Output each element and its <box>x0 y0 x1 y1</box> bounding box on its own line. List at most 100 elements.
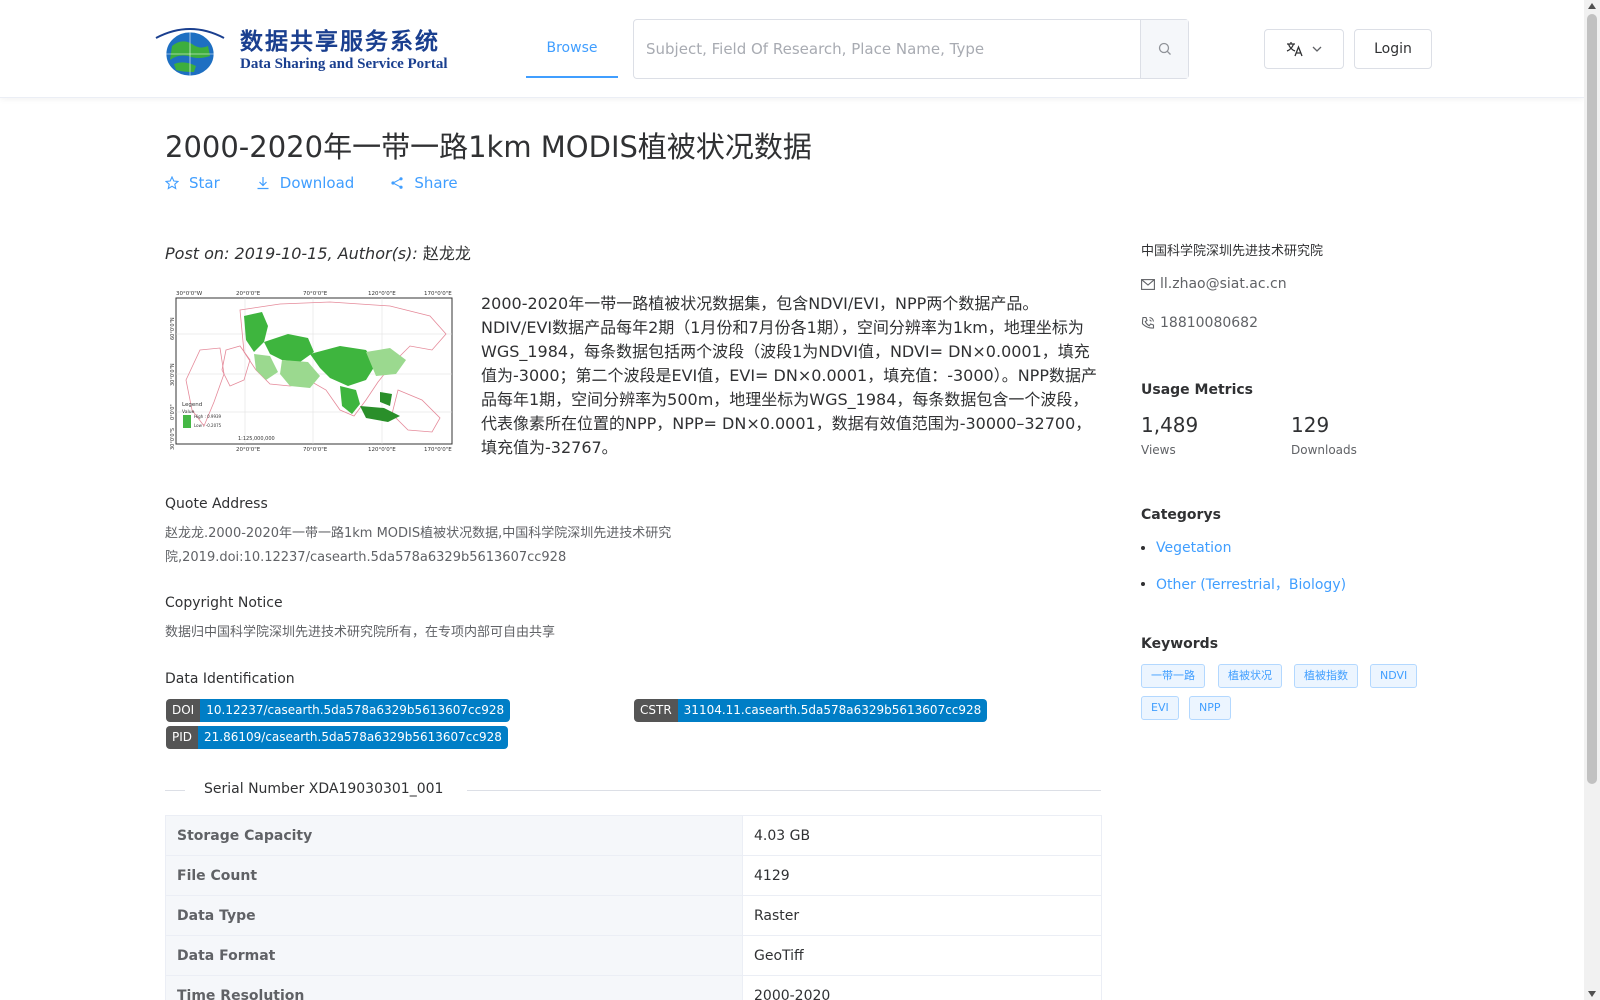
star-button[interactable]: Star <box>165 174 220 192</box>
scroll-down-arrow-icon[interactable] <box>1588 991 1596 997</box>
quote-address-text: 赵龙龙.2000-2020年一带一路1km MODIS植被状况数据,中国科学院深… <box>165 522 671 570</box>
table-row: Data Type Raster <box>165 895 1102 936</box>
keyword-tag[interactable]: 一带一路 <box>1141 664 1205 688</box>
downloads-label: Downloads <box>1291 443 1357 457</box>
category-link[interactable]: Other (Terrestrial，Biology) <box>1156 574 1346 594</box>
cstr-badge[interactable]: CSTR 31104.11.casearth.5da578a6329b56136… <box>634 699 988 722</box>
spec-value: 2000-2020 <box>742 975 1102 1000</box>
bullet-dot-icon <box>1141 546 1145 550</box>
chevron-down-icon <box>1312 46 1322 52</box>
serial-number: Serial Number XDA19030301_001 <box>204 781 444 797</box>
quote-address-label: Quote Address <box>165 496 268 512</box>
page-scrollbar[interactable] <box>1584 0 1600 1000</box>
download-button[interactable]: Download <box>256 174 355 192</box>
map-legend-value: Value <box>182 409 195 415</box>
dataset-title: 2000-2020年一带一路1km MODIS植被状况数据 <box>165 130 812 164</box>
map-lon-label: 170°0'0"E <box>424 291 452 297</box>
dataset-description: 2000-2020年一带一路植被状况数据集，包含NDVI/EVI，NPP两个数据… <box>481 294 1097 457</box>
logo-title-cn: 数据共享服务系统 <box>240 28 440 55</box>
copyright-text: 数据归中国科学院深圳先进技术研究院所有，在专项内部可自由共享 <box>165 625 556 640</box>
phone-text: 18810080682 <box>1160 315 1258 331</box>
contact-phone: 18810080682 <box>1141 315 1258 331</box>
spec-key: Storage Capacity <box>165 815 743 856</box>
spec-key: File Count <box>165 855 743 896</box>
doi-badge-key: DOI <box>166 699 201 722</box>
table-row: Storage Capacity 4.03 GB <box>165 815 1102 856</box>
institution-name: 中国科学院深圳先进技术研究院 <box>1141 244 1324 259</box>
share-icon <box>391 177 403 189</box>
table-row: Time Resolution 2000-2020 <box>165 975 1102 1000</box>
download-icon <box>257 177 269 190</box>
spec-key: Time Resolution <box>165 975 743 1000</box>
map-scale: 1:125,000,000 <box>238 436 275 442</box>
spec-key: Data Type <box>165 895 743 936</box>
category-item[interactable]: Vegetation <box>1141 540 1232 556</box>
pid-badge[interactable]: PID 21.86109/casearth.5da578a6329b561360… <box>166 726 508 749</box>
spec-value: 4.03 GB <box>742 815 1102 856</box>
downloads-count: 129 <box>1291 413 1330 437</box>
keyword-tag[interactable]: 植被指数 <box>1294 664 1358 688</box>
map-lon-label: 70°0'0"E <box>303 291 328 297</box>
bullet-dot-icon <box>1141 582 1145 586</box>
phone-icon <box>1141 316 1155 329</box>
scroll-up-arrow-icon[interactable] <box>1588 3 1596 9</box>
views-count: 1,489 <box>1141 413 1199 437</box>
search-icon <box>1158 42 1171 55</box>
search-input[interactable] <box>634 20 1140 78</box>
spec-value: 4129 <box>742 855 1102 896</box>
nav-browse[interactable]: Browse <box>526 0 618 78</box>
translate-icon <box>1286 42 1303 57</box>
download-label: Download <box>279 174 355 192</box>
divider-line <box>467 790 1101 791</box>
language-switch-button[interactable] <box>1264 29 1344 69</box>
cstr-badge-value: 31104.11.casearth.5da578a6329b5613607cc9… <box>677 699 988 722</box>
pid-badge-value: 21.86109/casearth.5da578a6329b5613607cc9… <box>198 726 508 749</box>
divider-line <box>165 790 185 791</box>
star-label: Star <box>189 174 220 192</box>
map-legend-low: Low : -0.2075 <box>194 423 222 428</box>
usage-metrics-heading: Usage Metrics <box>1141 382 1253 398</box>
top-header: 数据共享服务系统 Data Sharing and Service Portal… <box>0 0 1584 98</box>
dataset-spec-table: Storage Capacity 4.03 GB File Count 4129… <box>165 815 1102 1000</box>
keyword-tag[interactable]: NDVI <box>1370 664 1418 688</box>
search-bar <box>633 19 1189 79</box>
cstr-badge-key: CSTR <box>634 699 678 722</box>
quote-line: 院,2019.doi:10.12237/casearth.5da578a6329… <box>165 550 567 565</box>
quote-line: 赵龙龙.2000-2020年一带一路1km MODIS植被状况数据,中国科学院深… <box>165 526 672 541</box>
logo-title-en: Data Sharing and Service Portal <box>240 56 448 72</box>
data-identification-label: Data Identification <box>165 671 295 687</box>
globe-logo-icon <box>155 28 225 77</box>
map-lon-label: 20°0'0"E <box>236 291 261 297</box>
map-lat-label: 30°0'0"N <box>170 363 176 386</box>
map-lon-label: 120°0'0"E <box>368 291 396 297</box>
category-item[interactable]: Other (Terrestrial，Biology) <box>1141 574 1346 594</box>
views-label: Views <box>1141 443 1176 457</box>
map-lat-label: 30°0'0"S <box>170 428 176 450</box>
pid-badge-key: PID <box>166 726 199 749</box>
keyword-tag[interactable]: EVI <box>1141 696 1179 720</box>
share-label: Share <box>414 174 458 192</box>
keyword-tag[interactable]: 植被状况 <box>1218 664 1282 688</box>
serial-number-divider: Serial Number XDA19030301_001 <box>165 781 1101 801</box>
search-button[interactable] <box>1140 20 1188 78</box>
map-lon-label: 20°0'0"E <box>236 447 261 452</box>
copyright-label: Copyright Notice <box>165 595 283 611</box>
scrollbar-thumb[interactable] <box>1587 14 1597 784</box>
category-link[interactable]: Vegetation <box>1156 540 1232 556</box>
map-legend-high: High : 0.9939 <box>194 414 222 419</box>
spec-value: GeoTiff <box>742 935 1102 976</box>
spec-key: Data Format <box>165 935 743 976</box>
map-lon-label: 30°0'0"W <box>176 291 203 297</box>
site-logo[interactable]: 数据共享服务系统 Data Sharing and Service Portal <box>152 22 448 80</box>
doi-badge[interactable]: DOI 10.12237/casearth.5da578a6329b561360… <box>166 699 511 722</box>
login-button[interactable]: Login <box>1354 29 1432 69</box>
map-lon-label: 170°0'0"E <box>424 447 452 452</box>
contact-email[interactable]: ll.zhao@siat.ac.cn <box>1141 276 1287 292</box>
map-lon-label: 120°0'0"E <box>368 447 396 452</box>
keyword-tag[interactable]: NPP <box>1189 696 1231 720</box>
dataset-map-thumbnail[interactable]: 30°0'0"W 20°0'0"E 70°0'0"E 120°0'0"E 170… <box>170 290 458 452</box>
share-button[interactable]: Share <box>390 174 458 192</box>
author-name: 赵龙龙 <box>422 244 471 263</box>
spec-value: Raster <box>742 895 1102 936</box>
table-row: Data Format GeoTiff <box>165 935 1102 976</box>
